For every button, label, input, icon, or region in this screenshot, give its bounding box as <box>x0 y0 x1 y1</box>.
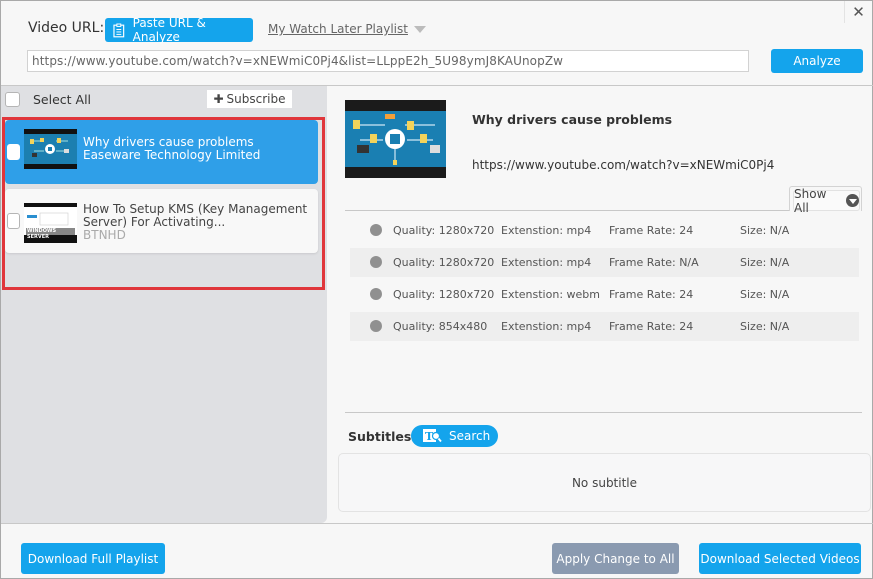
format-extension: Extenstion: mp4 <box>501 320 592 333</box>
format-quality: Quality: 1280x720 <box>393 224 495 237</box>
format-size: Size: N/A <box>740 256 790 269</box>
item-checkbox[interactable] <box>7 144 20 160</box>
format-quality: Quality: 1280x720 <box>393 288 495 301</box>
format-row[interactable]: Quality: 854x480 Extenstion: mp4 Frame R… <box>350 312 859 341</box>
paste-url-analyze-button[interactable]: Paste URL & Analyze <box>105 16 253 44</box>
select-all[interactable]: Select All <box>5 92 91 107</box>
clipboard-icon <box>113 23 125 37</box>
download-selected-videos-button[interactable]: Download Selected Videos <box>699 543 861 574</box>
subtitles-divider <box>345 412 862 413</box>
select-all-label: Select All <box>33 92 92 107</box>
formats-divider <box>345 210 789 211</box>
analyze-button[interactable]: Analyze <box>771 49 863 73</box>
playlist-item[interactable]: WINDOWS SERVER How To Setup KMS (Key Man… <box>5 189 318 253</box>
watch-later-label: My Watch Later Playlist <box>268 22 408 36</box>
item-channel: Easeware Technology Limited <box>83 148 261 162</box>
chevron-down-icon <box>846 194 859 207</box>
subtitles-label: Subtitles <box>348 429 412 444</box>
item-text: Why drivers cause problems Easeware Tech… <box>83 136 260 162</box>
subscribe-label: Subscribe <box>226 92 286 106</box>
text-search-icon: T <box>423 429 442 443</box>
item-checkbox[interactable] <box>7 213 20 229</box>
format-extension: Extenstion: webm <box>501 288 600 301</box>
format-frame-rate: Frame Rate: 24 <box>609 320 694 333</box>
format-radio[interactable] <box>370 320 382 332</box>
plus-icon: ✚ <box>213 92 224 106</box>
subtitles-search-button[interactable]: T Search <box>411 425 498 447</box>
format-extension: Extenstion: mp4 <box>501 256 592 269</box>
format-row[interactable]: Quality: 1280x720 Extenstion: mp4 Frame … <box>350 216 859 245</box>
thumbnail-caption: WINDOWS SERVER <box>27 228 57 240</box>
video-title: Why drivers cause problems <box>472 112 673 127</box>
apply-change-to-all-button[interactable]: Apply Change to All <box>552 543 679 574</box>
format-size: Size: N/A <box>740 320 790 333</box>
format-radio[interactable] <box>370 256 382 268</box>
no-subtitle-text: No subtitle <box>571 475 638 490</box>
video-thumbnail <box>24 129 77 169</box>
format-frame-rate: Frame Rate: N/A <box>609 256 699 269</box>
select-all-checkbox[interactable] <box>5 92 20 107</box>
format-size: Size: N/A <box>740 288 790 301</box>
video-preview-thumbnail <box>345 100 446 178</box>
format-row[interactable]: Quality: 1280x720 Extenstion: mp4 Frame … <box>350 248 859 277</box>
paste-url-analyze-label: Paste URL & Analyze <box>132 16 206 44</box>
watch-later-playlist-link[interactable]: My Watch Later Playlist <box>268 22 426 36</box>
close-button[interactable]: ✕ <box>844 1 872 23</box>
subtitles-search-label: Search <box>449 429 491 443</box>
video-url: https://www.youtube.com/watch?v=xNEWmiC0… <box>472 158 775 172</box>
close-icon: ✕ <box>852 3 865 21</box>
format-quality: Quality: 854x480 <box>393 320 488 333</box>
format-radio[interactable] <box>370 224 382 236</box>
video-url-input[interactable] <box>27 50 749 72</box>
item-channel: BTNHD <box>83 228 126 242</box>
item-text: How To Setup KMS (Key Management Server)… <box>83 203 307 242</box>
format-quality: Quality: 1280x720 <box>393 256 495 269</box>
format-row[interactable]: Quality: 1280x720 Extenstion: webm Frame… <box>350 280 859 309</box>
format-extension: Extenstion: mp4 <box>501 224 592 237</box>
subscribe-button[interactable]: ✚ Subscribe <box>207 90 292 108</box>
dropdown-arrow-icon[interactable] <box>413 25 426 33</box>
show-all-tab: Show All <box>789 186 862 215</box>
video-url-label: Video URL: <box>28 20 105 36</box>
format-radio[interactable] <box>370 288 382 300</box>
playlist-item[interactable]: Why drivers cause problems Easeware Tech… <box>5 120 318 184</box>
format-size: Size: N/A <box>740 224 790 237</box>
subtitles-list: No subtitle <box>338 453 871 512</box>
show-all-button[interactable]: Show All <box>793 187 860 215</box>
show-all-label: Show All <box>794 186 827 215</box>
format-frame-rate: Frame Rate: 24 <box>609 224 694 237</box>
footer-divider <box>1 523 873 524</box>
format-frame-rate: Frame Rate: 24 <box>609 288 694 301</box>
download-full-playlist-button[interactable]: Download Full Playlist <box>21 543 165 574</box>
video-thumbnail: WINDOWS SERVER <box>24 203 77 243</box>
